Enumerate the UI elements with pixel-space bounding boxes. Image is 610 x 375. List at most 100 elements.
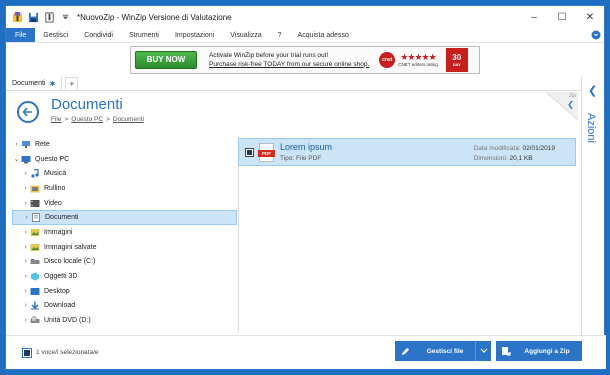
menu-acquista-adesso[interactable]: Acquista adesso bbox=[290, 28, 357, 42]
file-checkbox[interactable] bbox=[245, 148, 254, 157]
actions-label: Azioni bbox=[585, 113, 597, 143]
add-to-zip-button[interactable]: Aggiungi a Zip bbox=[496, 341, 582, 361]
tree-item-label: Rete bbox=[35, 140, 50, 148]
tab-documenti[interactable]: Documenti ✱ bbox=[6, 77, 63, 90]
maximize-button[interactable]: ☐ bbox=[548, 6, 576, 28]
tree-item-label: Disco locale (C:) bbox=[44, 258, 96, 266]
tree-item-immagini-salvate[interactable]: › Immagini salvate bbox=[12, 240, 237, 255]
menu-file[interactable]: File bbox=[6, 28, 36, 42]
tree-item-label: Questo PC bbox=[35, 155, 70, 163]
tree-item-label: Documenti bbox=[45, 214, 79, 222]
menu-visualizza[interactable]: Visualizza bbox=[222, 28, 269, 42]
pin-icon[interactable]: ✱ bbox=[49, 80, 55, 88]
manage-files-button[interactable]: Gestisci file bbox=[395, 341, 491, 361]
file-name: Lorem ipsum bbox=[280, 142, 333, 152]
arrow-left-icon bbox=[22, 107, 32, 117]
quick-access-toolbar bbox=[6, 11, 71, 23]
winzip-logo-icon[interactable] bbox=[12, 11, 23, 23]
selection-checkbox-icon[interactable] bbox=[22, 348, 32, 358]
chevron-right-icon[interactable]: › bbox=[21, 229, 30, 236]
tree-item-label: Desktop bbox=[44, 287, 70, 295]
chevron-right-icon[interactable]: › bbox=[21, 258, 30, 265]
chevron-right-icon[interactable]: › bbox=[21, 170, 30, 177]
chevron-right-icon[interactable]: › bbox=[22, 214, 31, 221]
breadcrumb-documenti[interactable]: Documenti bbox=[113, 116, 144, 123]
file-row[interactable]: PDF Lorem ipsum Tipo: File PDF Data modi… bbox=[238, 138, 576, 166]
download-folder-icon bbox=[30, 301, 40, 310]
tree-item-label: Immagini salvate bbox=[44, 243, 97, 251]
tree-item-musica[interactable]: › Musica bbox=[12, 166, 237, 181]
tree-item-rete[interactable]: › Rete bbox=[12, 137, 237, 152]
main-content: Documenti File > Questo PC > Documenti ›… bbox=[6, 92, 583, 337]
menu-impostazioni[interactable]: Impostazioni bbox=[167, 28, 222, 42]
tree-item-desktop[interactable]: › Desktop bbox=[12, 284, 237, 299]
tree-item-label: Download bbox=[44, 302, 76, 310]
add-tab-button[interactable]: + bbox=[65, 77, 79, 90]
zip-pane-corner[interactable]: Zip ❮ bbox=[544, 91, 579, 122]
badge-days: 30 bbox=[452, 52, 462, 62]
chevron-right-icon[interactable]: › bbox=[21, 185, 30, 192]
tree-item-questo-pc[interactable]: ⌄ Questo PC bbox=[12, 152, 237, 167]
tree-item-rullino[interactable]: › Rullino bbox=[12, 181, 237, 196]
file-type-value: File PDF bbox=[296, 155, 322, 162]
chevron-left-icon[interactable]: ❮ bbox=[588, 84, 597, 97]
close-button[interactable]: ✕ bbox=[576, 6, 604, 28]
winzip-window: *NuovoZip - WinZip Versione di Valutazio… bbox=[5, 5, 606, 370]
save-icon[interactable] bbox=[28, 12, 39, 23]
chevron-right-icon[interactable]: › bbox=[21, 302, 30, 309]
cnet-rating: ★★★★★ CNET editors rating bbox=[398, 52, 437, 67]
breadcrumb-questo-pc[interactable]: Questo PC bbox=[71, 116, 103, 123]
pane-divider[interactable] bbox=[238, 137, 239, 332]
minimize-button[interactable]: – bbox=[520, 6, 548, 28]
actions-sidebar[interactable]: ❮ Azioni bbox=[581, 77, 604, 335]
menu-gestisci[interactable]: Gestisci bbox=[35, 28, 76, 42]
size-value: 20,1 KB bbox=[509, 155, 533, 162]
tree-item-documenti[interactable]: › Documenti bbox=[12, 210, 237, 226]
desktop-folder-icon bbox=[30, 287, 40, 296]
help-button[interactable] bbox=[588, 28, 604, 42]
chevron-right-icon[interactable]: › bbox=[21, 317, 30, 324]
file-type-label: Tipo: bbox=[280, 155, 295, 162]
add-to-zip-label: Aggiungi a Zip bbox=[524, 347, 570, 355]
breadcrumb-separator: > bbox=[64, 116, 69, 123]
pictures-folder-icon bbox=[30, 228, 40, 237]
tree-item-label: Oggetti 3D bbox=[44, 273, 78, 281]
tree-item-download[interactable]: › Download bbox=[12, 299, 237, 314]
window-title: *NuovoZip - WinZip Versione di Valutazio… bbox=[77, 12, 232, 22]
pdf-label: PDF bbox=[258, 150, 275, 157]
tree-item-oggetti-3d[interactable]: › Oggetti 3D bbox=[12, 269, 237, 284]
tree-item-unit-dvd-d[interactable]: › Unità DVD (D:) bbox=[12, 313, 237, 328]
manage-files-label: Gestisci file bbox=[426, 347, 464, 355]
file-type: Tipo: File PDF bbox=[280, 155, 321, 162]
ad-banner-row: BUY NOW Activate WinZip before your tria… bbox=[6, 43, 604, 76]
chevron-right-icon[interactable]: › bbox=[21, 200, 30, 207]
buy-now-button[interactable]: BUY NOW bbox=[135, 50, 197, 69]
chevron-down-icon[interactable] bbox=[475, 341, 491, 361]
tree-item-disco-locale-c[interactable]: › Disco locale (C:) bbox=[12, 255, 237, 270]
menu-condividi[interactable]: Condividi bbox=[76, 28, 121, 42]
breadcrumb: File > Questo PC > Documenti bbox=[51, 116, 144, 123]
ribbon-menu: File Gestisci Condividi Strumenti Impost… bbox=[6, 28, 604, 43]
new-zip-icon[interactable] bbox=[44, 11, 55, 23]
chevron-left-icon: ❮ bbox=[567, 100, 574, 109]
modified-value: 02/01/2019 bbox=[522, 145, 555, 152]
title-bar: *NuovoZip - WinZip Versione di Valutazio… bbox=[6, 6, 604, 28]
toolbar-dropdown-icon[interactable] bbox=[60, 12, 71, 23]
modified-label: Data modificata: bbox=[473, 145, 521, 152]
tree-item-video[interactable]: › Video bbox=[12, 196, 237, 211]
chevron-right-icon[interactable]: › bbox=[21, 273, 30, 280]
dvd-drive-icon bbox=[30, 316, 40, 325]
chevron-down-icon[interactable]: ⌄ bbox=[12, 155, 21, 163]
menu-help[interactable]: ? bbox=[270, 28, 290, 42]
back-button[interactable] bbox=[17, 101, 39, 123]
menu-strumenti[interactable]: Strumenti bbox=[121, 28, 167, 42]
tree-item-immagini[interactable]: › Immagini bbox=[12, 225, 237, 240]
chevron-right-icon[interactable]: › bbox=[12, 141, 21, 148]
ad-line-2[interactable]: Purchase risk-free TODAY from our secure… bbox=[209, 60, 369, 69]
breadcrumb-file[interactable]: File bbox=[51, 116, 61, 123]
ad-banner[interactable]: BUY NOW Activate WinZip before your tria… bbox=[130, 45, 480, 74]
chevron-right-icon[interactable]: › bbox=[21, 244, 30, 251]
pencil-icon bbox=[395, 347, 415, 356]
chevron-right-icon[interactable]: › bbox=[21, 288, 30, 295]
size-label: Dimensioni: bbox=[473, 155, 508, 162]
